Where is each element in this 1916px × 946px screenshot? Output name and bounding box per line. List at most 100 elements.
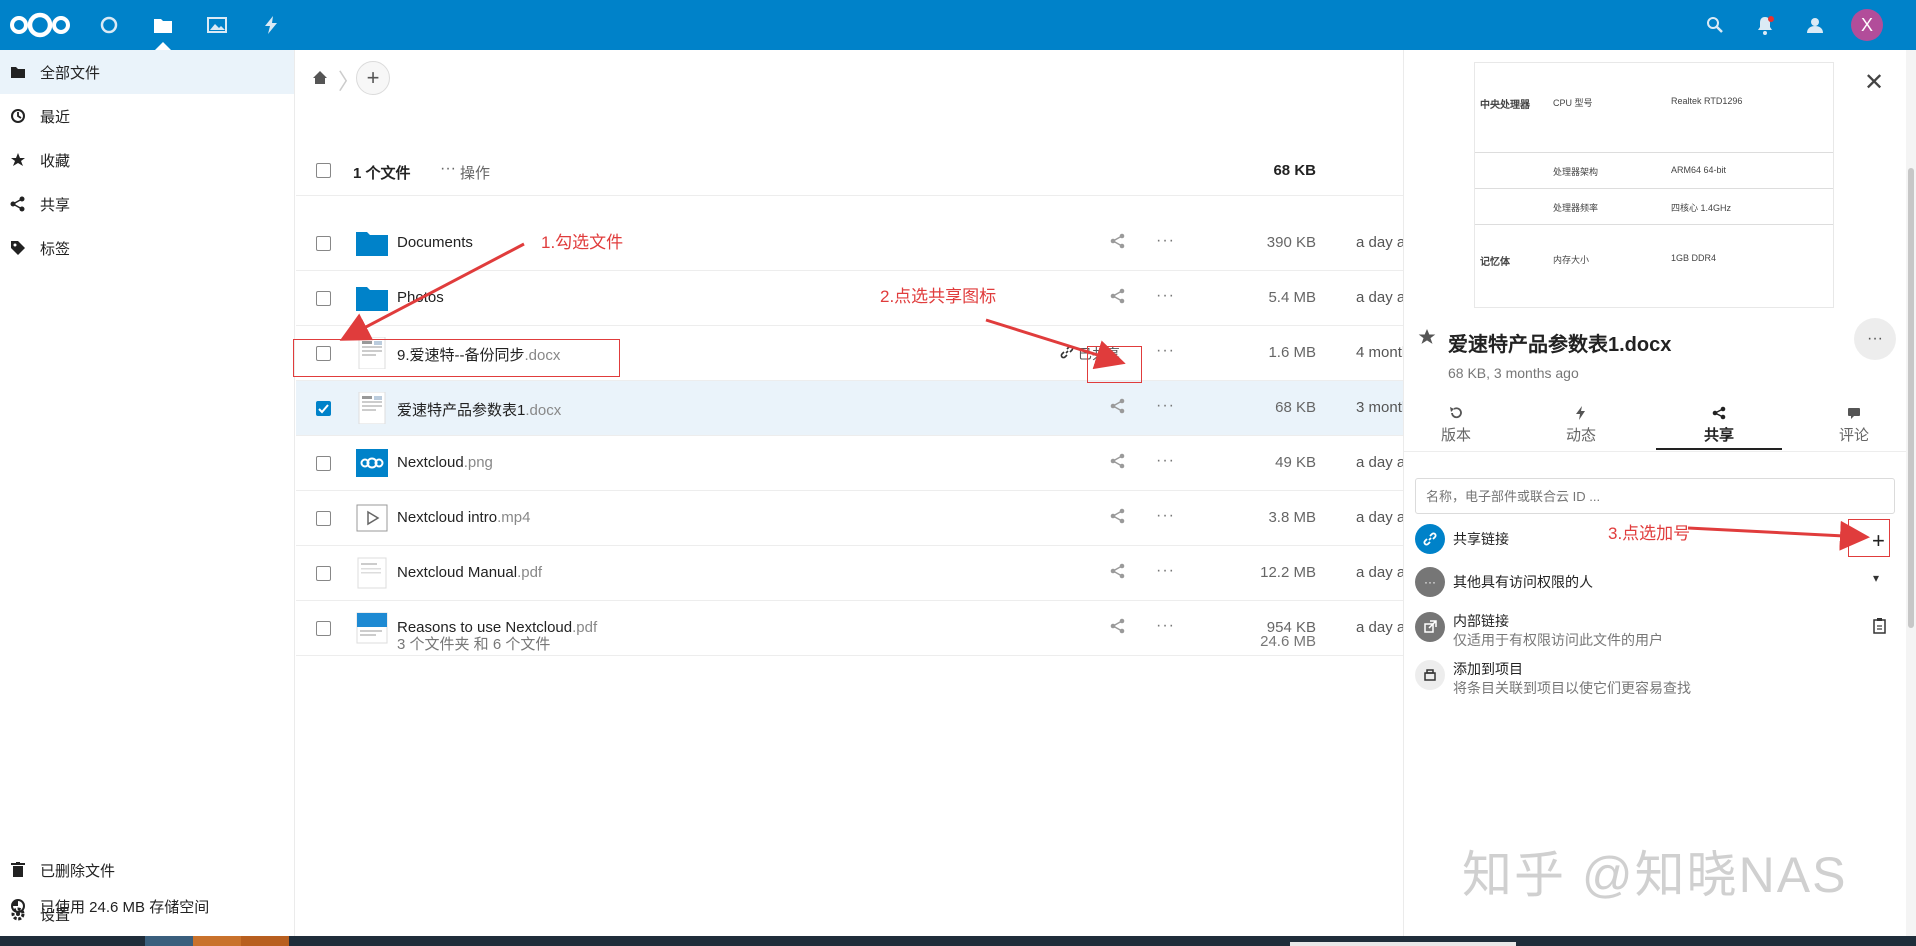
more-actions-icon[interactable]: ··· xyxy=(1156,507,1178,527)
add-to-project-row[interactable]: 添加到项目 将条目关联到项目以使它们更容易查找 xyxy=(1415,656,1895,696)
image-icon xyxy=(356,447,388,479)
table-row[interactable]: Photos ··· 5.4 MB a day ago xyxy=(296,271,1422,326)
table-row[interactable]: Documents ··· 390 KB a day ago xyxy=(296,216,1422,271)
file-basename: Photos xyxy=(397,289,444,306)
add-to-project-label: 添加到项目 xyxy=(1453,661,1523,677)
select-all-checkbox[interactable] xyxy=(316,163,331,178)
row-checkbox[interactable] xyxy=(316,401,331,416)
annotation-box-checkbox xyxy=(293,339,620,377)
nav-item-all-files[interactable]: 全部文件 xyxy=(0,50,294,94)
row-checkbox[interactable] xyxy=(316,511,331,526)
file-size: 12.2 MB xyxy=(1260,564,1316,581)
file-name[interactable]: Nextcloud.png xyxy=(397,454,493,471)
comment-icon xyxy=(1804,400,1904,424)
share-icon[interactable] xyxy=(1110,398,1130,418)
file-basename: 爱速特产品参数表1 xyxy=(397,402,526,419)
taskbar-app[interactable] xyxy=(193,936,241,946)
files-app-icon[interactable] xyxy=(136,0,190,50)
share-icon[interactable] xyxy=(1110,453,1130,473)
activity-app-icon[interactable] xyxy=(244,0,298,50)
notifications-icon[interactable] xyxy=(1740,0,1790,50)
clipboard-icon[interactable] xyxy=(1873,618,1887,639)
tab-sharing[interactable]: 共享 xyxy=(1656,400,1782,450)
file-preview: 中央处理器 CPU 型号 Realtek RTD1296 处理器架构 ARM64… xyxy=(1474,62,1834,308)
share-icon[interactable] xyxy=(1110,618,1130,638)
contacts-icon[interactable] xyxy=(1790,0,1840,50)
more-actions-icon[interactable]: ··· xyxy=(1156,562,1178,582)
internal-link-desc: 仅适用于有权限访问此文件的用户 xyxy=(1453,632,1663,648)
file-list-header: 1 个文件 ··· 操作 68 KB xyxy=(296,146,1403,196)
row-checkbox[interactable] xyxy=(316,621,331,636)
file-name[interactable]: 爱速特产品参数表1.docx xyxy=(397,399,561,420)
others-with-access-row[interactable]: ··· 其他具有访问权限的人 ▾ xyxy=(1415,563,1895,603)
row-checkbox[interactable] xyxy=(316,456,331,471)
more-actions-icon[interactable]: ··· xyxy=(1156,397,1178,417)
annotation-step3: 3.点选加号 xyxy=(1608,524,1691,543)
video-icon xyxy=(356,502,388,534)
others-with-access-label: 其他具有访问权限的人 xyxy=(1453,574,1593,590)
dashboard-app-icon[interactable] xyxy=(82,0,136,50)
share-icon[interactable] xyxy=(1110,233,1130,253)
nav-item-recent[interactable]: 最近 xyxy=(0,94,294,138)
row-checkbox[interactable] xyxy=(316,291,331,306)
table-row[interactable]: 爱速特产品参数表1.docx ··· 68 KB 3 months ago xyxy=(296,381,1447,436)
avatar[interactable]: X xyxy=(1851,9,1883,41)
more-actions-icon[interactable]: ··· xyxy=(1156,287,1178,307)
share-search-input[interactable] xyxy=(1415,478,1895,514)
sidebar-scrollbar[interactable] xyxy=(1906,50,1916,936)
photos-app-icon[interactable] xyxy=(190,0,244,50)
nextcloud-logo-icon[interactable] xyxy=(8,10,72,40)
taskbar-input[interactable] xyxy=(1290,942,1516,946)
table-row[interactable]: Nextcloud intro.mp4 ··· 3.8 MB a day ago xyxy=(296,491,1422,546)
sidebar-more-button[interactable]: ··· xyxy=(1854,318,1896,360)
file-name[interactable]: Documents xyxy=(397,234,473,251)
more-actions-icon[interactable]: ··· xyxy=(1156,232,1178,252)
more-actions-icon[interactable]: ··· xyxy=(1156,342,1178,362)
breadcrumb-home-icon[interactable] xyxy=(305,62,335,92)
actions-button[interactable]: 操作 xyxy=(460,162,490,183)
file-extension: .pdf xyxy=(517,564,543,581)
taskbar-app[interactable] xyxy=(241,936,289,946)
file-name[interactable]: Nextcloud Manual.pdf xyxy=(397,564,542,581)
share-link-label: 共享链接 xyxy=(1453,531,1509,547)
clock-icon xyxy=(0,94,36,138)
chevron-down-icon[interactable]: ▾ xyxy=(1873,571,1879,585)
file-name[interactable]: Photos xyxy=(397,289,444,306)
nav-item-label: 已删除文件 xyxy=(40,862,116,880)
share-icon[interactable] xyxy=(1110,563,1130,583)
more-actions-icon[interactable]: ··· xyxy=(1156,617,1178,637)
nav-item-favorites[interactable]: 收藏 xyxy=(0,138,294,182)
table-row[interactable]: Nextcloud Manual.pdf ··· 12.2 MB a day ago xyxy=(296,546,1422,601)
nav-item-tags[interactable]: 标签 xyxy=(0,226,294,270)
actions-dots-icon[interactable]: ··· xyxy=(440,160,456,178)
gear-icon xyxy=(0,892,36,936)
app-navigation: 全部文件 最近 收藏 共享 标签 已删除文件 已使用 24.6 MB 存储空间 xyxy=(0,50,295,936)
favorite-star-icon[interactable] xyxy=(1418,328,1436,351)
share-icon[interactable] xyxy=(1110,288,1130,308)
tab-versions[interactable]: 版本 xyxy=(1406,400,1506,450)
nav-item-shares[interactable]: 共享 xyxy=(0,182,294,226)
scrollbar-thumb[interactable] xyxy=(1908,168,1914,628)
new-file-button[interactable]: + xyxy=(356,61,390,95)
more-actions-icon[interactable]: ··· xyxy=(1156,452,1178,472)
tab-comments[interactable]: 评论 xyxy=(1804,400,1904,450)
search-icon[interactable] xyxy=(1690,0,1740,50)
star-icon xyxy=(0,138,36,182)
add-to-project-desc: 将条目关联到项目以使它们更容易查找 xyxy=(1453,680,1691,696)
sidebar-file-title: 爱速特产品参数表1.docx xyxy=(1448,334,1672,356)
row-checkbox[interactable] xyxy=(316,566,331,581)
folder-icon xyxy=(356,282,388,314)
close-icon[interactable]: ✕ xyxy=(1864,68,1884,97)
document-icon xyxy=(356,391,388,425)
nav-item-settings[interactable]: 设置 xyxy=(0,892,294,936)
tab-activity[interactable]: 动态 xyxy=(1531,400,1631,450)
preview-row: 处理器架构 ARM64 64-bit xyxy=(1475,153,1833,189)
file-name[interactable]: Nextcloud intro.mp4 xyxy=(397,509,530,526)
file-basename: Documents xyxy=(397,234,473,251)
user-menu[interactable]: X xyxy=(1842,0,1892,50)
selection-count: 1 个文件 xyxy=(353,165,411,182)
table-row[interactable]: Nextcloud.png ··· 49 KB a day ago xyxy=(296,436,1422,491)
taskbar-app[interactable] xyxy=(145,936,193,946)
share-icon[interactable] xyxy=(1110,508,1130,528)
row-checkbox[interactable] xyxy=(316,236,331,251)
